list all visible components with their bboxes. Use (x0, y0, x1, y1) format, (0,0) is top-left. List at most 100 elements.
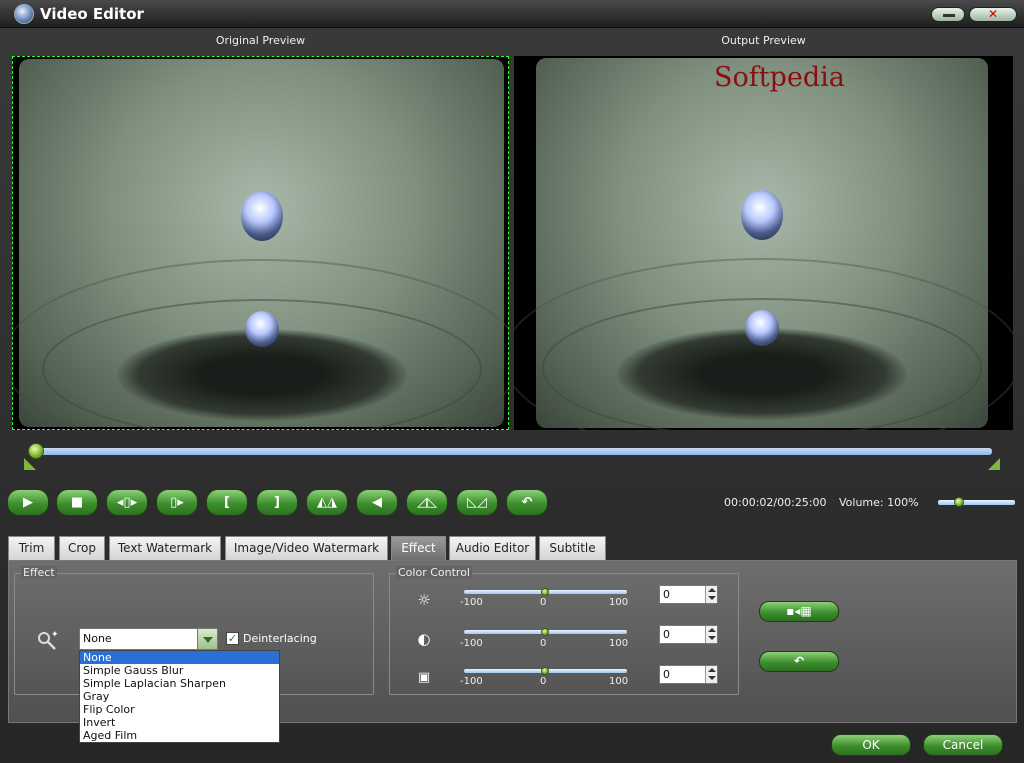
close-button[interactable]: ✕ (969, 7, 1017, 22)
dropdown-option-aged-film[interactable]: Aged Film (80, 729, 279, 742)
play-icon: ▶ (23, 495, 33, 510)
color-control-label: Color Control (396, 566, 472, 579)
stepper-arrows-icon[interactable] (705, 586, 717, 603)
contrast-mid-label: 0 (540, 638, 547, 649)
saturation-slider-thumb[interactable] (541, 667, 549, 675)
contrast-max-label: 100 (609, 638, 629, 649)
tab-trim[interactable]: Trim (8, 536, 55, 560)
rotate-right-button[interactable]: ◺◿ (456, 489, 498, 516)
prev-frame-icon: ◂▯▸ (116, 495, 138, 510)
mark-out-icon: ] (274, 495, 280, 510)
flip-vertical-button[interactable]: ◀ (356, 489, 398, 516)
water-drop (741, 190, 783, 240)
contrast-slider-thumb[interactable] (541, 628, 549, 636)
tab-audio-editor[interactable]: Audio Editor (449, 536, 536, 560)
dropdown-option-gray[interactable]: Gray (80, 690, 279, 703)
tab-subtitle[interactable]: Subtitle (539, 536, 606, 560)
saturation-min-label: -100 (460, 676, 483, 687)
dropdown-option-invert[interactable]: Invert (80, 716, 279, 729)
saturation-value: 0 (663, 668, 670, 681)
stepper-arrows-icon[interactable] (705, 626, 717, 643)
tab-effect[interactable]: Effect (391, 536, 446, 560)
effect-dropdown-list: None Simple Gauss Blur Simple Laplacian … (79, 650, 280, 743)
volume-text: Volume: (839, 496, 884, 509)
rotate-left-icon: ◿◺ (417, 495, 437, 510)
saturation-max-label: 100 (609, 676, 629, 687)
prev-frame-button[interactable]: ◂▯▸ (106, 489, 148, 516)
saturation-icon: ▣ (417, 670, 431, 685)
minimize-button[interactable] (931, 7, 965, 22)
undo-icon: ↶ (521, 495, 533, 510)
apply-to-all-icon: ▪◂▦ (786, 604, 812, 618)
mark-in-button[interactable]: [ (206, 489, 248, 516)
reset-icon: ↶ (793, 654, 805, 668)
brightness-icon: ☼ (417, 591, 431, 609)
volume-slider[interactable] (938, 500, 1015, 505)
flip-vertical-icon: ◀ (372, 495, 382, 510)
tab-image-video-watermark[interactable]: Image/Video Watermark (225, 536, 388, 560)
effect-select[interactable]: None (79, 628, 218, 650)
play-button[interactable]: ▶ (7, 489, 49, 516)
stepper-arrows-icon[interactable] (705, 666, 717, 683)
next-frame-button[interactable]: ▯▸ (156, 489, 198, 516)
dropdown-option-laplacian-sharpen[interactable]: Simple Laplacian Sharpen (80, 677, 279, 690)
original-preview[interactable] (12, 56, 509, 430)
original-preview-label: Original Preview (215, 34, 306, 47)
watermark-text: Softpedia (714, 62, 845, 93)
saturation-stepper[interactable]: 0 (659, 665, 718, 684)
volume-value: 100% (887, 496, 919, 509)
window-title: Video Editor (40, 5, 144, 23)
tab-text-watermark[interactable]: Text Watermark (109, 536, 221, 560)
output-preview-label: Output Preview (721, 34, 806, 47)
title-bar: Video Editor ✕ (0, 0, 1024, 28)
brightness-slider-thumb[interactable] (541, 588, 549, 596)
video-frame (13, 59, 508, 429)
effect-select-value: None (83, 632, 112, 645)
timeline-thumb[interactable] (28, 443, 44, 459)
reset-button[interactable]: ↶ (759, 651, 839, 672)
contrast-value: 0 (663, 628, 670, 641)
water-drop (745, 310, 779, 346)
flip-horizontal-button[interactable]: ◭◮ (306, 489, 348, 516)
timeline-slider[interactable] (36, 448, 992, 455)
stop-icon: ■ (70, 495, 84, 510)
brightness-value: 0 (663, 588, 670, 601)
water-drop (240, 191, 283, 241)
rotate-right-icon: ◺◿ (467, 495, 487, 510)
volume-thumb[interactable] (954, 497, 964, 507)
saturation-mid-label: 0 (540, 676, 547, 687)
deinterlacing-label: Deinterlacing (243, 632, 317, 645)
tab-crop[interactable]: Crop (59, 536, 105, 560)
contrast-stepper[interactable]: 0 (659, 625, 718, 644)
water-drop (244, 311, 279, 347)
chevron-down-icon[interactable] (197, 629, 217, 649)
next-frame-icon: ▯▸ (170, 495, 184, 510)
deinterlacing-checkbox[interactable]: ✓ (226, 632, 239, 645)
magic-wand-icon: ✦ (38, 630, 58, 650)
mark-out-button[interactable]: ] (256, 489, 298, 516)
trim-end-marker[interactable] (988, 458, 1000, 470)
contrast-min-label: -100 (460, 638, 483, 649)
rotate-left-button[interactable]: ◿◺ (406, 489, 448, 516)
app-icon (14, 4, 34, 24)
flip-horizontal-icon: ◭◮ (317, 495, 337, 510)
apply-to-all-button[interactable]: ▪◂▦ (759, 601, 839, 622)
stop-button[interactable]: ■ (56, 489, 98, 516)
dropdown-option-none[interactable]: None (80, 651, 279, 664)
effect-group-label: Effect (21, 566, 57, 579)
cancel-button[interactable]: Cancel (923, 734, 1003, 756)
video-frame: Softpedia (514, 58, 1013, 430)
video-editor-window: Video Editor ✕ Original Preview Output P… (0, 0, 1024, 763)
ok-button[interactable]: OK (831, 734, 911, 756)
brightness-max-label: 100 (609, 597, 629, 608)
undo-button[interactable]: ↶ (506, 489, 548, 516)
brightness-stepper[interactable]: 0 (659, 585, 718, 604)
svg-text:✦: ✦ (51, 630, 58, 640)
dropdown-option-flip-color[interactable]: Flip Color (80, 703, 279, 716)
contrast-icon: ◐ (417, 630, 431, 648)
brightness-min-label: -100 (460, 597, 483, 608)
dropdown-option-gauss-blur[interactable]: Simple Gauss Blur (80, 664, 279, 677)
trim-start-marker[interactable] (24, 458, 36, 470)
brightness-mid-label: 0 (540, 597, 547, 608)
playback-time: 00:00:02/00:25:00 (724, 496, 827, 509)
